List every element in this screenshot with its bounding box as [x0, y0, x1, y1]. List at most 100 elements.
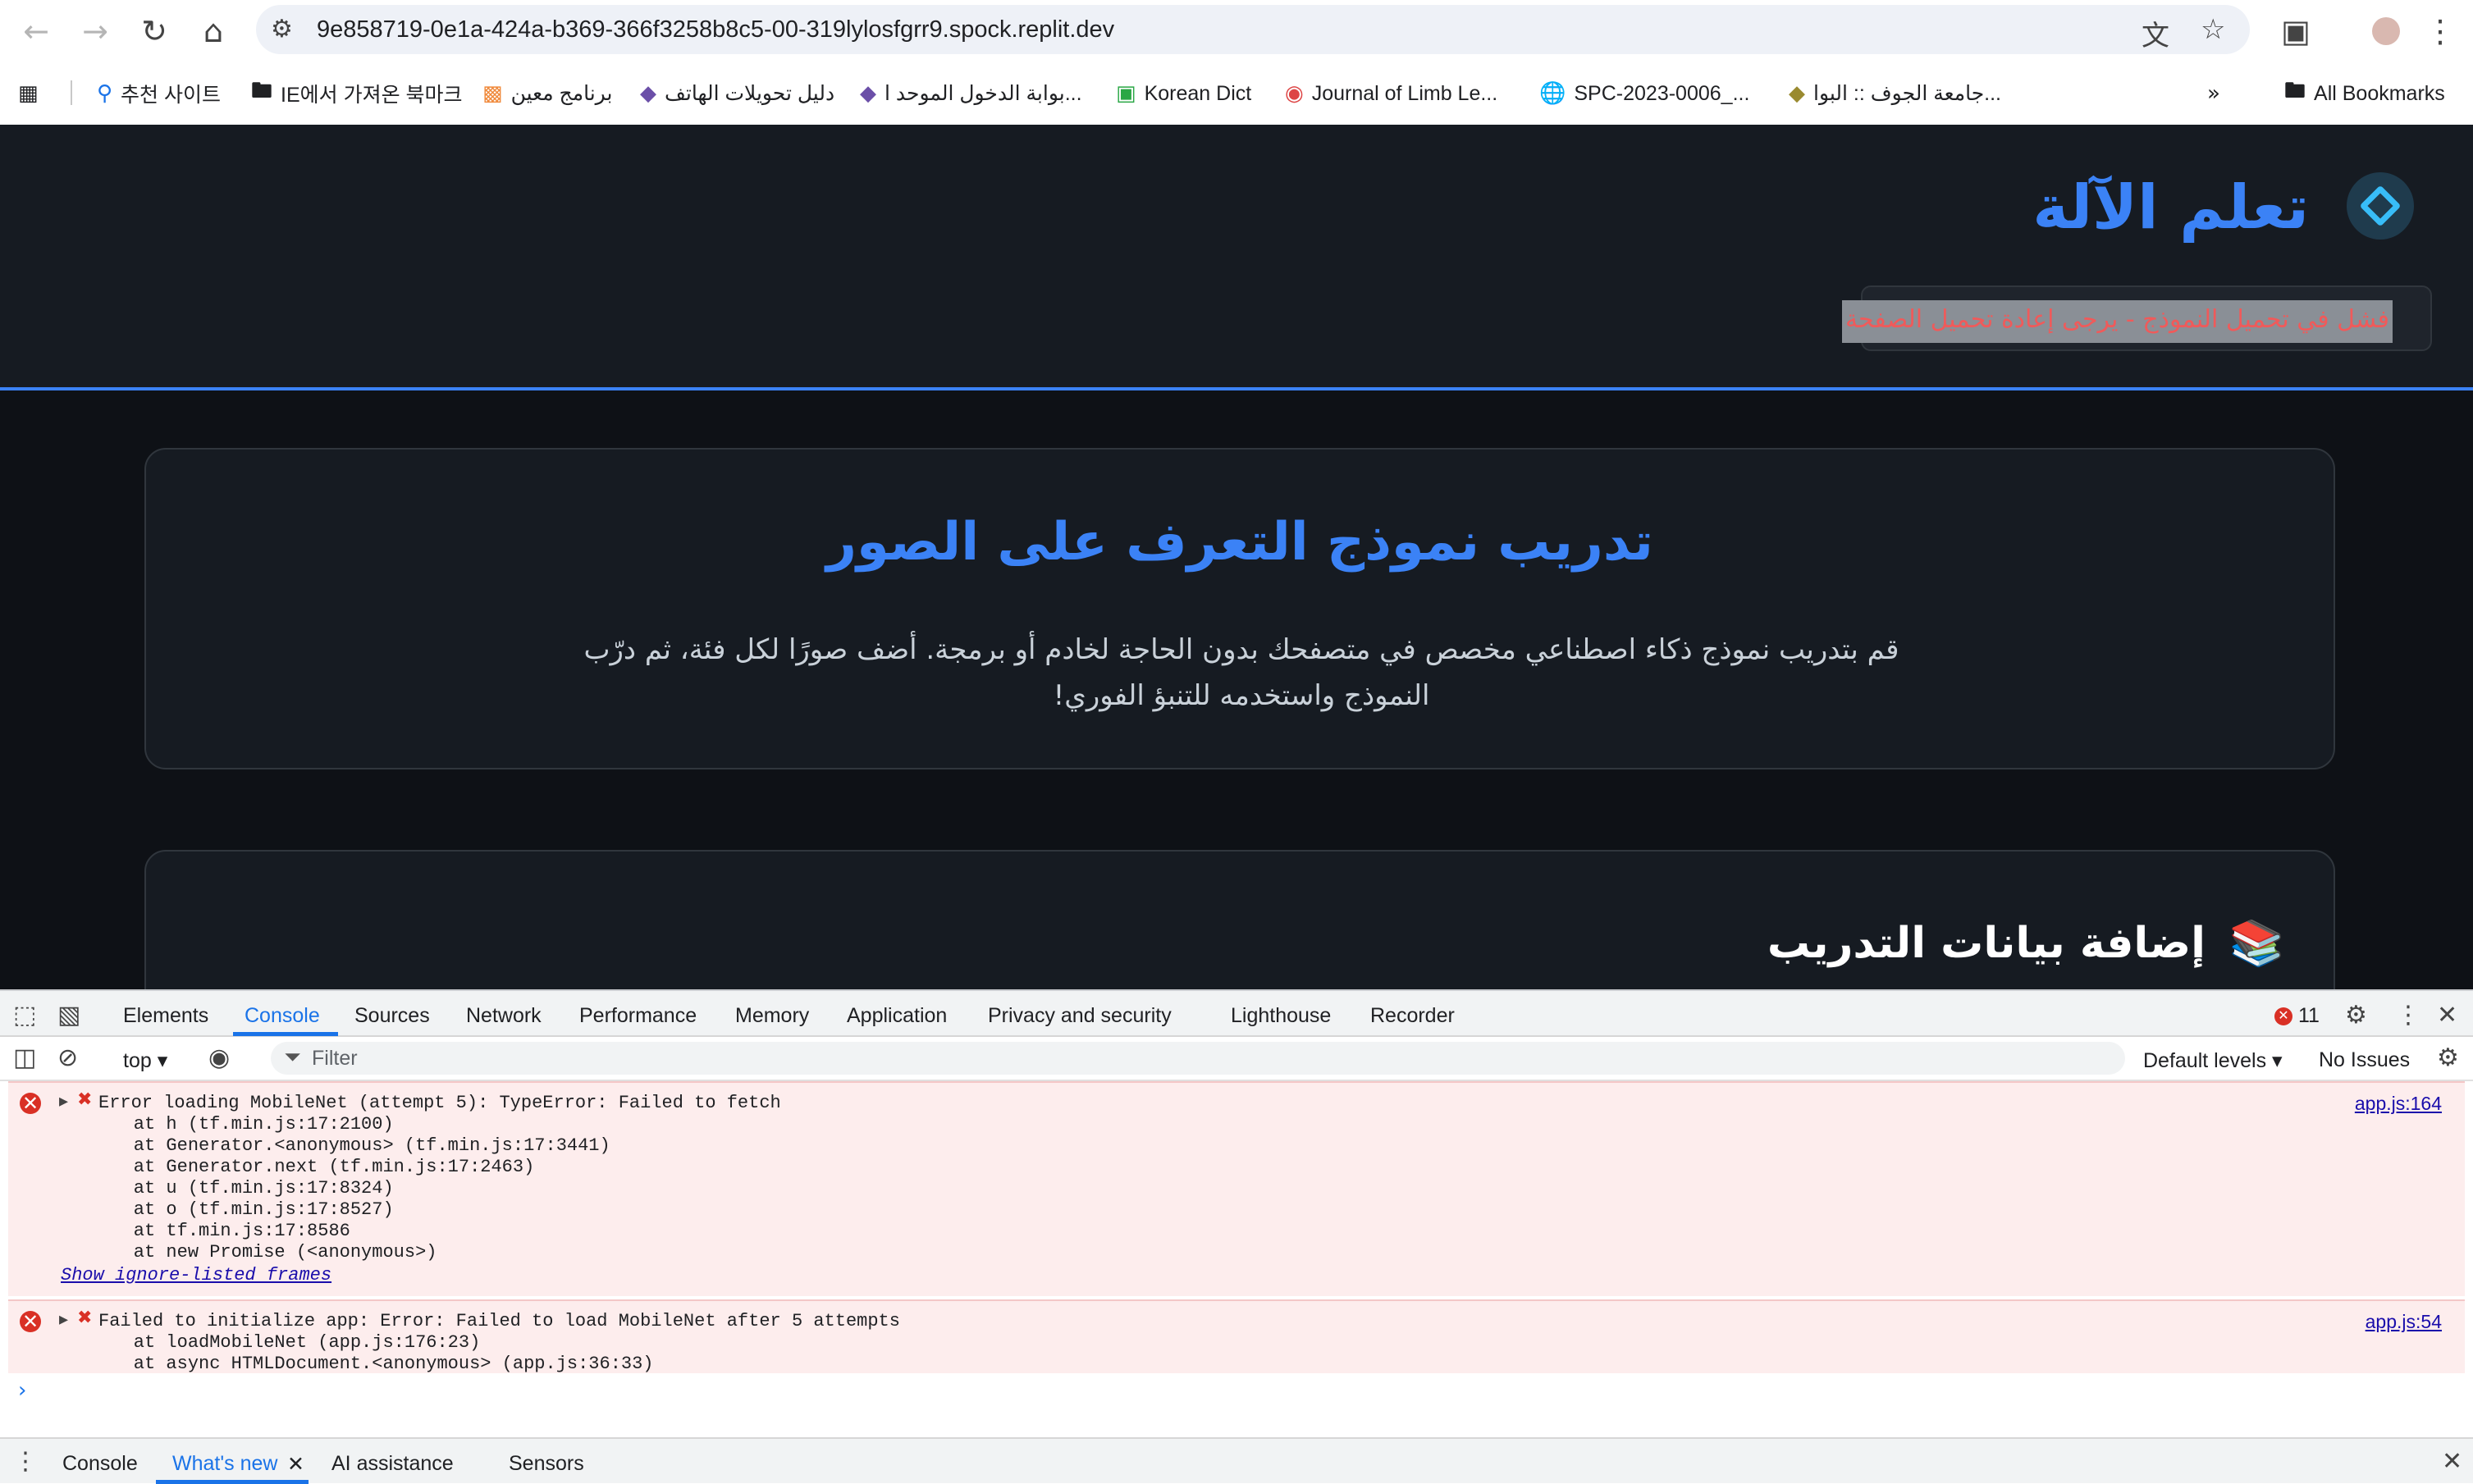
app-icon: ▩ — [482, 81, 503, 106]
filter-placeholder: Filter — [312, 1047, 358, 1070]
stack-frame[interactable]: at o (tf.min.js:17:8527) — [90, 1199, 394, 1220]
tab-recorder[interactable]: Recorder — [1370, 1004, 1455, 1028]
log-levels-dropdown[interactable]: Default levels ▾ — [2143, 1048, 2283, 1073]
console-prompt-caret-icon[interactable]: › — [18, 1378, 26, 1403]
stack-frame[interactable]: at u (tf.min.js:17:8324) — [90, 1178, 394, 1199]
drawer-tab-ai-assistance[interactable]: AI assistance — [331, 1452, 454, 1476]
apps-grid-icon[interactable]: ▦ — [18, 79, 39, 108]
drawer-menu-icon[interactable]: ⋮ — [13, 1447, 38, 1476]
stack-frame[interactable]: at loadMobileNet (app.js:176:23) — [90, 1332, 480, 1353]
tab-application[interactable]: Application — [847, 1004, 947, 1028]
error-line: Error loading MobileNet (attempt 5): Typ… — [98, 1093, 781, 1113]
bookmark-item[interactable]: 🌐 SPC-2023-0006_... — [1539, 79, 1749, 108]
hero-title: تدريب نموذج التعرف على الصور — [826, 512, 1653, 573]
site-icon: ◆ — [640, 81, 656, 106]
extensions-icon[interactable]: ▣ — [2273, 8, 2319, 54]
reload-button[interactable]: ↻ — [131, 8, 177, 54]
books-icon: 📚 — [2228, 917, 2284, 969]
tab-sources[interactable]: Sources — [354, 1004, 430, 1028]
web-page: تعلم الآلة فشل في تحميل النموذج - يرجى إ… — [0, 125, 2473, 989]
browser-chrome: ← → ↻ ⌂ ⚙ 9e858719-0e1a-424a-b369-366f32… — [0, 0, 2473, 125]
close-drawer-icon[interactable]: ✕ — [2442, 1447, 2462, 1476]
forward-button[interactable]: → — [72, 8, 118, 54]
active-tab-indicator — [233, 1032, 338, 1036]
training-data-card: إضافة بيانات التدريب 📚 — [144, 850, 2335, 989]
bookmark-item[interactable]: ◉ Journal of Limb Le... — [1285, 79, 1497, 108]
device-toolbar-icon[interactable]: ▧ — [57, 1001, 80, 1030]
expand-triangle-icon[interactable]: ▸ — [59, 1309, 68, 1330]
more-options-icon[interactable]: ⋮ — [2396, 1001, 2420, 1030]
filter-input[interactable]: ⏷ Filter — [271, 1042, 2125, 1075]
journal-icon: ◉ — [1285, 81, 1304, 106]
drawer-tab-console[interactable]: Console — [62, 1452, 138, 1476]
stack-frame[interactable]: at tf.min.js:17:8586 — [90, 1221, 350, 1241]
show-ignore-listed-frames-link[interactable]: Show ignore-listed frames — [61, 1265, 331, 1285]
tab-elements[interactable]: Elements — [123, 1004, 208, 1028]
source-link[interactable]: app.js:164 — [2355, 1093, 2442, 1115]
active-drawer-tab-indicator — [156, 1480, 309, 1484]
close-icon[interactable]: ✕ — [2437, 1001, 2457, 1030]
back-button[interactable]: ← — [13, 8, 59, 54]
menu-icon[interactable]: ⋮ — [2417, 8, 2463, 54]
tab-memory[interactable]: Memory — [735, 1004, 809, 1028]
bookmark-item[interactable]: ◆ جامعة الجوف :: البوا... — [1789, 79, 2001, 108]
globe-icon: 🌐 — [1539, 81, 1566, 106]
console-error-message: ✕ ▸ ✖ Failed to initialize app: Error: F… — [8, 1299, 2465, 1374]
sidebar-toggle-icon[interactable]: ◫ — [13, 1043, 36, 1072]
tab-lighthouse[interactable]: Lighthouse — [1231, 1004, 1331, 1028]
hero-card: تدريب نموذج التعرف على الصور قم بتدريب ن… — [144, 448, 2335, 769]
tab-network[interactable]: Network — [466, 1004, 542, 1028]
devtools-drawer-tabbar: ⋮ Console What's new ✕ AI assistance Sen… — [0, 1437, 2473, 1484]
close-tab-icon[interactable]: ✕ — [287, 1452, 304, 1477]
stack-frame[interactable]: at Generator.<anonymous> (tf.min.js:17:3… — [90, 1135, 610, 1156]
tab-performance[interactable]: Performance — [579, 1004, 697, 1028]
stack-frame[interactable]: at async HTMLDocument.<anonymous> (app.j… — [90, 1354, 654, 1374]
error-count-badge[interactable]: ✕ 11 — [2274, 1004, 2320, 1028]
inspect-element-icon[interactable]: ⬚ — [13, 1001, 36, 1030]
site-info-icon[interactable]: ⚙ — [271, 15, 293, 43]
bookmarks-divider — [71, 80, 72, 105]
bookmark-item[interactable]: ⚲ 추천 사이트 — [97, 79, 221, 108]
settings-gear-icon[interactable]: ⚙ — [2345, 1001, 2367, 1030]
console-settings-icon[interactable]: ⚙ — [2437, 1043, 2459, 1072]
address-bar[interactable]: ⚙ 9e858719-0e1a-424a-b369-366f3258b8c5-0… — [256, 5, 2250, 54]
error-icon: ✕ — [20, 1310, 41, 1333]
error-line: Failed to initialize app: Error: Failed … — [98, 1311, 900, 1331]
drawer-tab-whats-new[interactable]: What's new — [172, 1452, 277, 1476]
url-text[interactable]: 9e858719-0e1a-424a-b369-366f3258b8c5-00-… — [317, 16, 1114, 43]
more-bookmarks-icon[interactable]: » — [2207, 79, 2220, 108]
bookmarks-bar: ▦ ⚲ 추천 사이트 🖿 IE에서 가져온 북마크 ▩ برنامج معين ◆ دل… — [0, 71, 2473, 116]
home-button[interactable]: ⌂ — [190, 8, 236, 54]
error-icon: ✕ — [20, 1092, 41, 1115]
stack-frame[interactable]: at Generator.next (tf.min.js:17:2463) — [90, 1157, 535, 1177]
clear-console-icon[interactable]: ⊘ — [57, 1043, 78, 1072]
stack-frame[interactable]: at h (tf.min.js:17:2100) — [90, 1114, 394, 1135]
search-icon: ⚲ — [97, 81, 113, 106]
drawer-tab-sensors[interactable]: Sensors — [509, 1452, 584, 1476]
tab-privacy-security[interactable]: Privacy and security — [988, 1004, 1172, 1028]
star-icon[interactable]: ☆ — [2201, 13, 2225, 46]
console-toolbar: ◫ ⊘ top ▾ ◉ ⏷ Filter Default levels ▾ No… — [0, 1037, 2473, 1081]
context-selector[interactable]: top ▾ — [123, 1048, 167, 1073]
eye-icon[interactable]: ◉ — [208, 1043, 230, 1072]
source-link[interactable]: app.js:54 — [2366, 1311, 2442, 1333]
error-x-icon: ✖ — [77, 1308, 93, 1328]
issues-button[interactable]: No Issues — [2319, 1048, 2410, 1072]
avatar[interactable] — [2363, 8, 2409, 54]
console-error-message: ✕ ▸ ✖ Error loading MobileNet (attempt 5… — [8, 1081, 2465, 1296]
bookmark-item[interactable]: ◆ بوابة الدخول الموحد ا... — [860, 79, 1082, 108]
devtools-tabbar: ⬚ ▧ Elements Console Sources Network Per… — [0, 991, 2473, 1037]
tab-console[interactable]: Console — [245, 1004, 320, 1028]
expand-triangle-icon[interactable]: ▸ — [59, 1091, 68, 1112]
all-bookmarks[interactable]: 🖿 All Bookmarks — [2284, 79, 2445, 108]
stack-frame: at new Promise (<anonymous>) — [90, 1242, 437, 1263]
bookmark-item[interactable]: ▣ Korean Dict — [1116, 79, 1251, 108]
site-icon: ◆ — [1789, 81, 1805, 106]
dict-icon: ▣ — [1116, 81, 1136, 106]
bookmark-item[interactable]: ▩ برنامج معين — [482, 79, 612, 108]
translate-icon[interactable]: 文 — [2142, 13, 2169, 53]
model-status-box: فشل في تحميل النموذج - يرجى إعادة تحميل … — [1841, 285, 2432, 351]
brand-title: تعلم الآلة — [2032, 172, 2309, 243]
bookmark-item[interactable]: 🖿 IE에서 가져온 북마크 — [251, 79, 463, 108]
bookmark-item[interactable]: ◆ دليل تحويلات الهاتف — [640, 79, 834, 108]
